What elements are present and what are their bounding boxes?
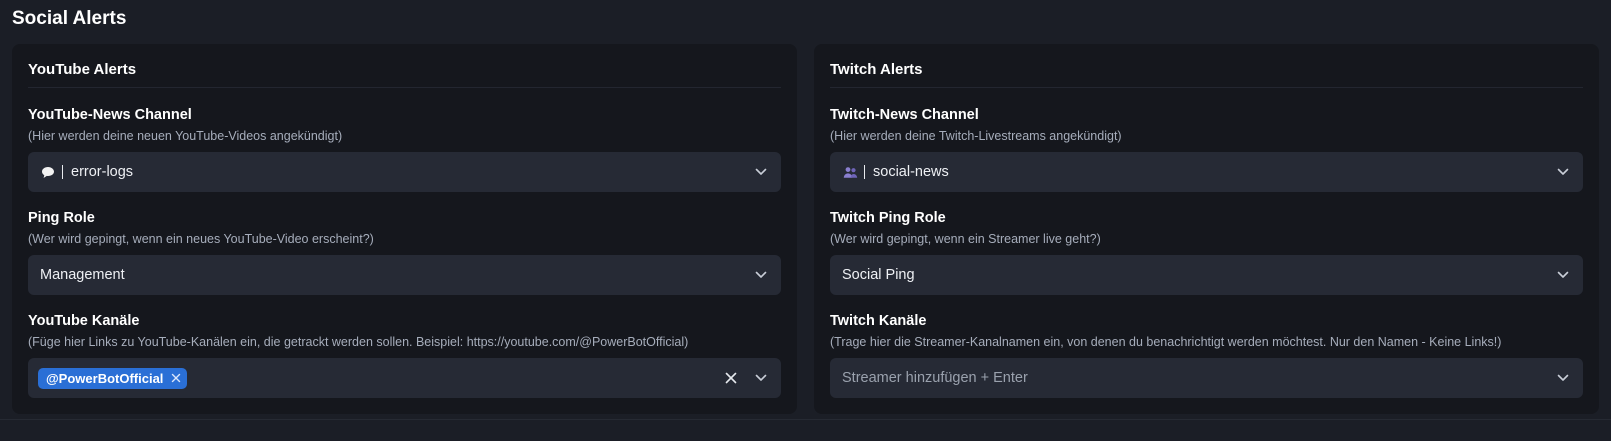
youtube-channels-multiselect[interactable]: @PowerBotOfficial <box>28 358 781 398</box>
alerts-columns: YouTube Alerts YouTube-News Channel (Hie… <box>12 44 1599 414</box>
twitch-channels-label: Twitch Kanäle <box>830 313 927 329</box>
twitch-ping-role-select[interactable]: Social Ping <box>830 255 1583 295</box>
youtube-ping-role-field: Ping Role (Wer wird gepingt, wenn ein ne… <box>28 209 781 312</box>
youtube-ping-role-label: Ping Role <box>28 210 95 226</box>
twitch-ping-role-field: Twitch Ping Role (Wer wird gepingt, wenn… <box>830 209 1583 312</box>
twitch-channels-input[interactable]: Streamer hinzufügen + Enter <box>830 358 1583 398</box>
chevron-down-icon[interactable] <box>1555 267 1571 283</box>
chevron-down-icon[interactable] <box>1555 164 1571 180</box>
twitch-news-channel-label: Twitch-News Channel <box>830 107 979 123</box>
twitch-news-channel-value: social-news <box>842 164 1555 180</box>
twitch-news-channel-field: Twitch-News Channel (Hier werden deine T… <box>830 106 1583 209</box>
twitch-news-channel-help: (Hier werden deine Twitch-Livestreams an… <box>830 129 1122 143</box>
page-title: Social Alerts <box>12 8 127 29</box>
people-icon <box>842 164 858 180</box>
twitch-channels-placeholder: Streamer hinzufügen + Enter <box>842 370 1028 386</box>
youtube-news-channel-help: (Hier werden deine neuen YouTube-Videos … <box>28 129 343 143</box>
youtube-news-channel-name: error-logs <box>71 164 134 180</box>
youtube-news-channel-value: error-logs <box>40 164 753 180</box>
youtube-ping-role-help: (Wer wird gepingt, wenn ein neues YouTub… <box>28 232 374 246</box>
twitch-ping-role-label: Twitch Ping Role <box>830 210 946 226</box>
twitch-ping-role-value: Social Ping <box>842 267 915 283</box>
twitch-alerts-card: Twitch Alerts Twitch-News Channel (Hier … <box>814 44 1599 414</box>
youtube-ping-role-select[interactable]: Management <box>28 255 781 295</box>
chevron-down-icon[interactable] <box>753 164 769 180</box>
twitch-alerts-title: Twitch Alerts <box>830 60 1583 88</box>
speech-bubble-icon <box>40 164 56 180</box>
youtube-channels-label: YouTube Kanäle <box>28 313 140 329</box>
chevron-down-icon[interactable] <box>753 267 769 283</box>
youtube-alerts-card: YouTube Alerts YouTube-News Channel (Hie… <box>12 44 797 414</box>
youtube-ping-role-value: Management <box>40 267 125 283</box>
remove-tag-icon[interactable] <box>171 373 181 383</box>
section-divider <box>0 419 1611 420</box>
youtube-channels-help: (Füge hier Links zu YouTube-Kanälen ein,… <box>28 335 689 349</box>
chevron-down-icon[interactable] <box>1555 370 1571 386</box>
youtube-news-channel-select[interactable]: error-logs <box>28 152 781 192</box>
youtube-alerts-title: YouTube Alerts <box>28 60 781 88</box>
youtube-news-channel-field: YouTube-News Channel (Hier werden deine … <box>28 106 781 209</box>
channel-separator <box>864 165 865 179</box>
twitch-channels-field: Twitch Kanäle (Trage hier die Streamer-K… <box>830 312 1583 415</box>
chevron-down-icon[interactable] <box>753 370 769 386</box>
twitch-ping-role-help: (Wer wird gepingt, wenn ein Streamer liv… <box>830 232 1101 246</box>
youtube-channels-field: YouTube Kanäle (Füge hier Links zu YouTu… <box>28 312 781 415</box>
twitch-news-channel-name: social-news <box>873 164 949 180</box>
youtube-news-channel-label: YouTube-News Channel <box>28 107 192 123</box>
channel-tag-label: @PowerBotOfficial <box>46 370 164 386</box>
clear-all-icon[interactable] <box>723 370 739 386</box>
channel-separator <box>62 165 63 179</box>
social-alerts-page: Social Alerts YouTube Alerts YouTube-New… <box>0 0 1611 441</box>
twitch-channels-help: (Trage hier die Streamer-Kanalnamen ein,… <box>830 335 1502 349</box>
channel-tag: @PowerBotOfficial <box>38 367 188 389</box>
twitch-news-channel-select[interactable]: social-news <box>830 152 1583 192</box>
youtube-channels-tags: @PowerBotOfficial <box>38 367 723 389</box>
